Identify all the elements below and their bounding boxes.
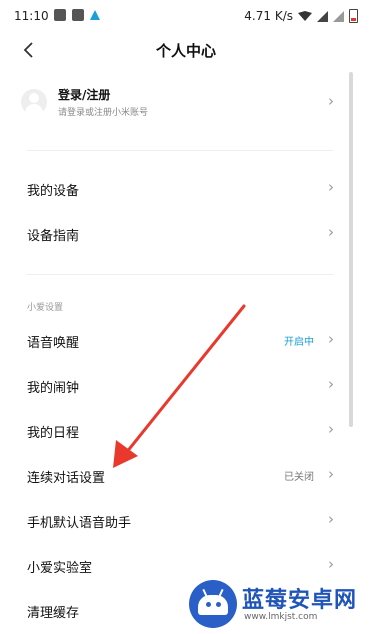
watermark-logo: 蓝莓安卓网 www.lmkjst.com [186, 578, 372, 632]
android-robot-icon [189, 580, 237, 628]
watermark-title: 蓝莓安卓网 [242, 588, 358, 613]
watermark-url: www.lmkjst.com [244, 612, 318, 622]
annotation-arrow-icon [113, 304, 246, 468]
